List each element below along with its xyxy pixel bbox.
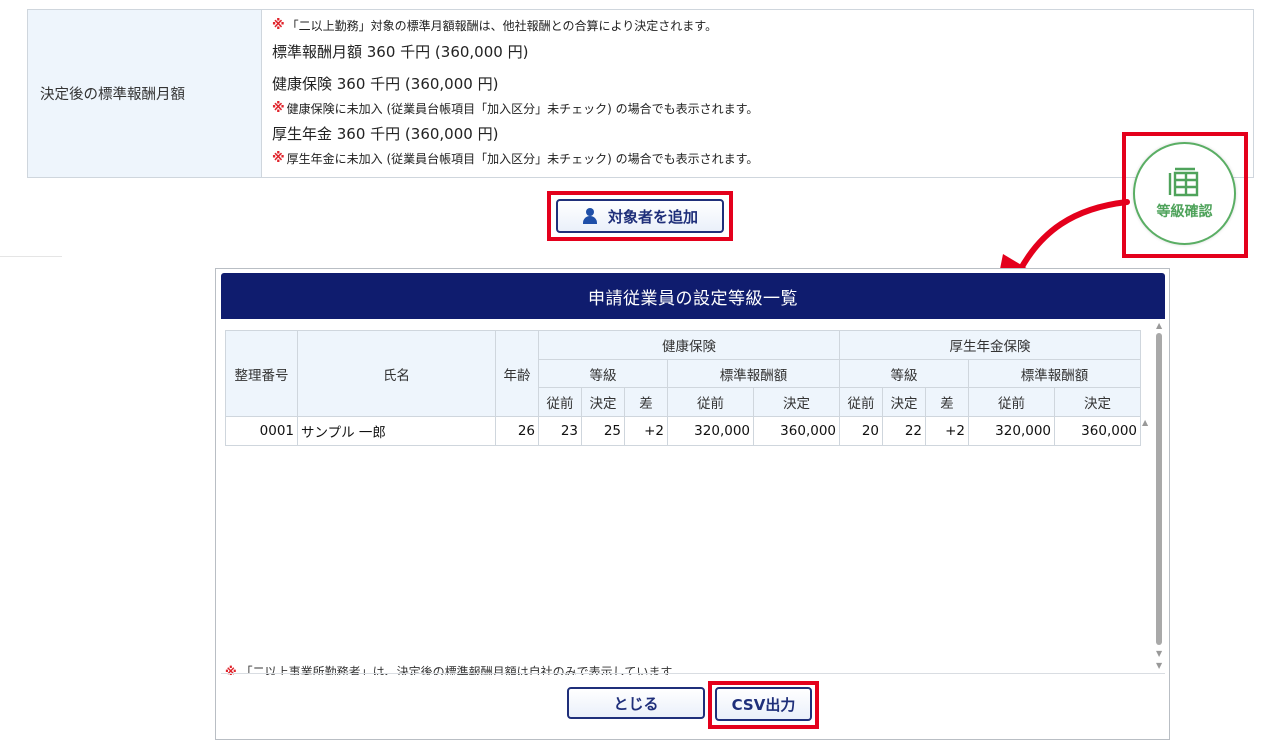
- header-health-std: 標準報酬額: [667, 358, 840, 389]
- add-target-button[interactable]: 対象者を追加: [556, 199, 724, 233]
- cell-name: サンプル 一郎: [297, 416, 496, 446]
- cell-pension-grade-decided: 22: [882, 416, 926, 446]
- dialog-title: 申請従業員の設定等級一覧: [221, 273, 1165, 319]
- scroll-thumb[interactable]: [1156, 333, 1162, 645]
- csv-export-button[interactable]: CSV出力: [715, 687, 812, 721]
- grade-table: 整理番号 氏名 年齢 健康保険 厚生年金保険 等級 標準報酬額 等級 標準報酬額…: [225, 329, 1141, 446]
- header-health-grade: 等級: [538, 358, 668, 389]
- scrollbar[interactable]: ▲ ▼ ▼: [1153, 321, 1165, 673]
- health-note-text: 健康保険に未加入 (従業員台帳項目「加入区分」未チェック) の場合でも表示されま…: [286, 102, 759, 116]
- note-top-text: 「二以上勤務」対象の標準月額報酬は、他社報酬との合算により決定されます。: [286, 19, 718, 33]
- row-caret-icon: ▲: [1142, 418, 1149, 427]
- header-pension-grade: 等級: [839, 358, 969, 389]
- cell-pension-std-decided: 360,000: [1054, 416, 1141, 446]
- header-diff: 差: [624, 387, 668, 418]
- scroll-up-icon[interactable]: ▲: [1156, 321, 1162, 330]
- header-decided: 決定: [753, 387, 840, 418]
- note-mark: ※: [272, 18, 285, 33]
- grade-list-dialog: 申請従業員の設定等級一覧 整理番号 氏名 年齢 健康保険 厚生年金保険 等級 標…: [215, 268, 1170, 740]
- monthly-amount: 標準報酬月額 360 千円 (360,000 円): [272, 43, 529, 61]
- health-amount: 健康保険 360 千円 (360,000 円): [272, 75, 499, 93]
- header-decided: 決定: [1054, 387, 1141, 418]
- person-icon: [582, 208, 598, 224]
- scroll-down-icon[interactable]: ▼: [1156, 649, 1162, 658]
- footer-divider: [221, 673, 1165, 674]
- header-before: 従前: [667, 387, 754, 418]
- cell-health-std-decided: 360,000: [753, 416, 840, 446]
- add-target-label: 対象者を追加: [607, 207, 698, 226]
- cell-health-std-before: 320,000: [667, 416, 754, 446]
- header-age: 年齢: [495, 329, 539, 418]
- note-mark: ※: [272, 101, 285, 116]
- grade-check-button[interactable]: 等級確認: [1133, 142, 1236, 245]
- header-decided: 決定: [581, 387, 625, 418]
- scroll-down-icon[interactable]: ▼: [1156, 661, 1162, 670]
- note-mark: ※: [272, 151, 285, 166]
- header-before: 従前: [538, 387, 582, 418]
- header-pension: 厚生年金保険: [839, 330, 1141, 360]
- header-health: 健康保険: [538, 330, 840, 360]
- header-pension-std: 標準報酬額: [968, 358, 1141, 389]
- note-top: ※ 「二以上勤務」対象の標準月額報酬は、他社報酬との合算により決定されます。: [272, 17, 717, 34]
- health-note: ※ 健康保険に未加入 (従業員台帳項目「加入区分」未チェック) の場合でも表示され…: [272, 100, 758, 117]
- pension-amount: 厚生年金 360 千円 (360,000 円): [272, 125, 499, 143]
- pension-note-text: 厚生年金に未加入 (従業員台帳項目「加入区分」未チェック) の場合でも表示されま…: [286, 152, 759, 166]
- cell-pension-grade-diff: +2: [925, 416, 969, 446]
- table-row[interactable]: 0001 サンプル 一郎 26 23 25 +2 320,000 360,000…: [225, 416, 1141, 446]
- divider: [0, 256, 62, 257]
- close-button[interactable]: とじる: [567, 687, 705, 719]
- cell-age: 26: [495, 416, 539, 446]
- info-body: ※ 「二以上勤務」対象の標準月額報酬は、他社報酬との合算により決定されます。 標準…: [262, 10, 1253, 177]
- header-no: 整理番号: [225, 329, 298, 418]
- grade-table-icon: [1168, 167, 1198, 196]
- cell-health-grade-diff: +2: [624, 416, 668, 446]
- cell-no: 0001: [225, 416, 298, 446]
- header-diff: 差: [925, 387, 969, 418]
- cell-pension-grade-before: 20: [839, 416, 883, 446]
- info-label: 決定後の標準報酬月額: [28, 10, 262, 177]
- standard-remuneration-info: 決定後の標準報酬月額 ※ 「二以上勤務」対象の標準月額報酬は、他社報酬との合算によ…: [27, 9, 1254, 178]
- header-before: 従前: [839, 387, 883, 418]
- header-name: 氏名: [297, 329, 496, 418]
- grade-check-label: 等級確認: [1156, 203, 1213, 220]
- header-before: 従前: [968, 387, 1055, 418]
- cell-health-grade-decided: 25: [581, 416, 625, 446]
- cell-health-grade-before: 23: [538, 416, 582, 446]
- cell-pension-std-before: 320,000: [968, 416, 1055, 446]
- pension-note: ※ 厚生年金に未加入 (従業員台帳項目「加入区分」未チェック) の場合でも表示され…: [272, 150, 758, 167]
- header-decided: 決定: [882, 387, 926, 418]
